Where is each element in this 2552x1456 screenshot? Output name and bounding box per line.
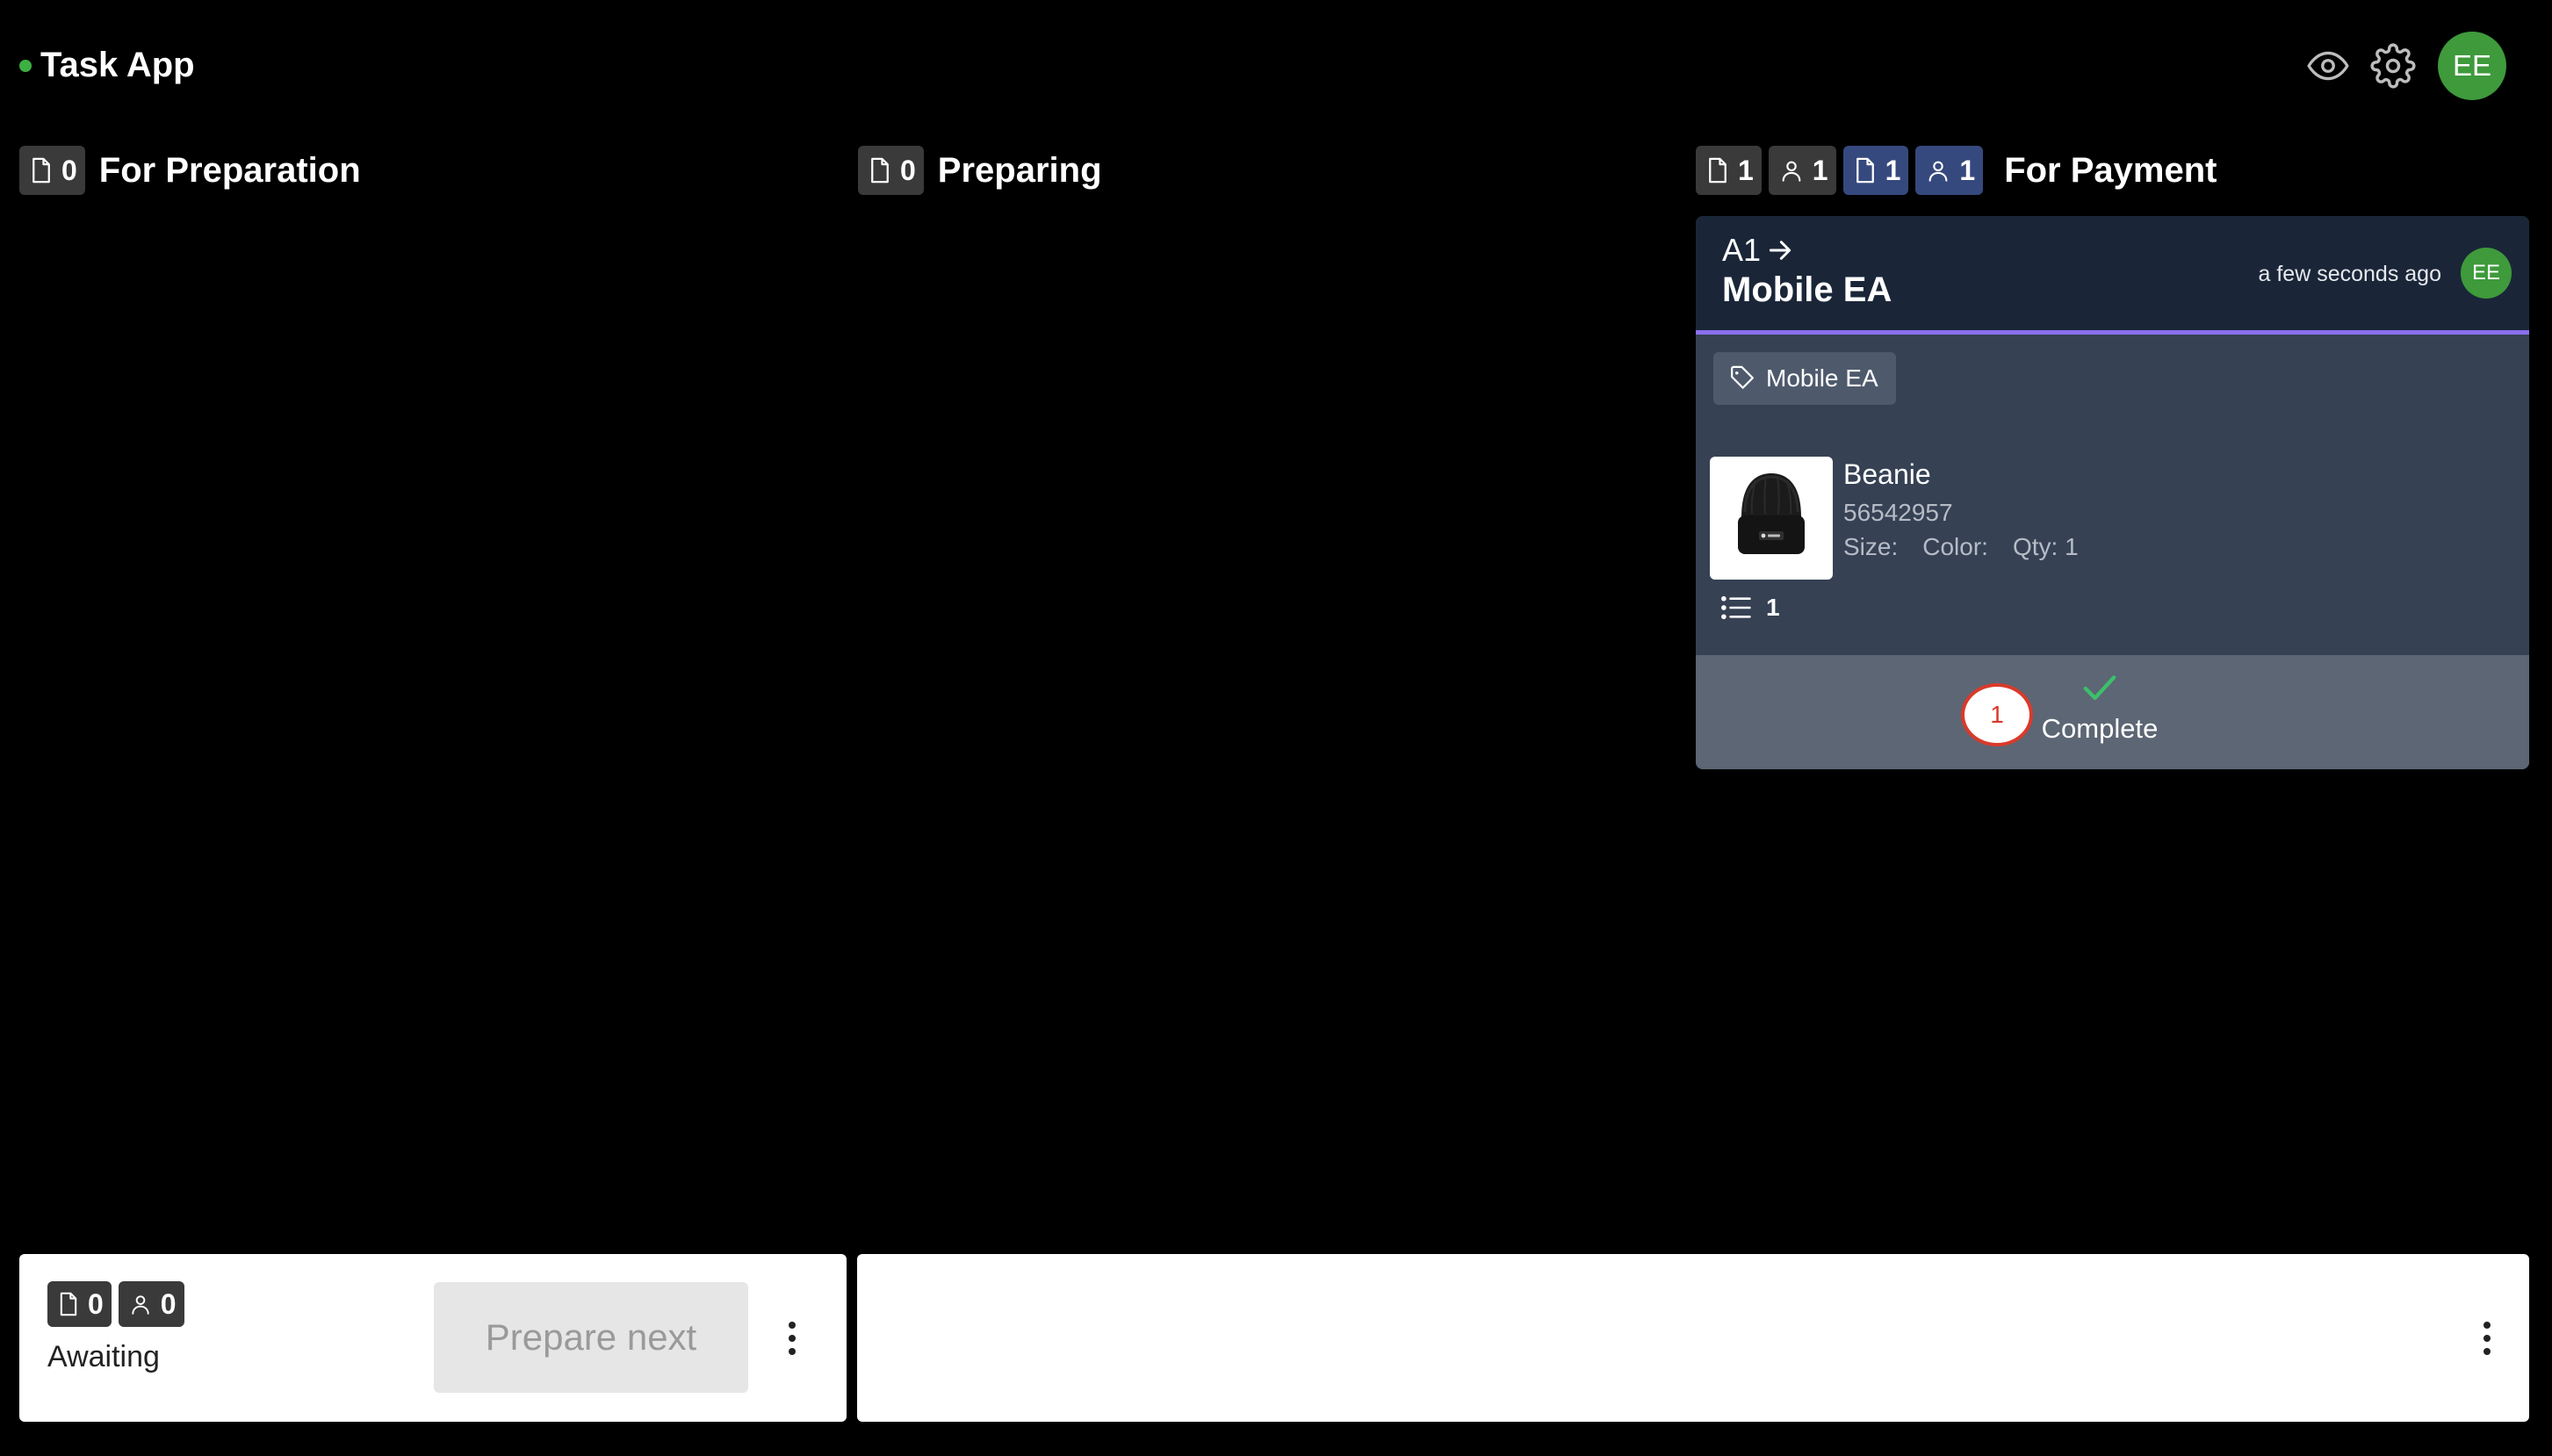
order-code-text: A1 (1722, 232, 1762, 268)
order-name: Mobile EA (1722, 270, 1892, 309)
prepare-next-button[interactable]: Prepare next (434, 1282, 748, 1393)
app-header: Task App EE (0, 0, 2552, 132)
product-name: Beanie (1843, 458, 1931, 490)
product-attributes: Size: Color: Qty: 1 (1843, 533, 2079, 561)
awaiting-label: Awaiting (47, 1340, 160, 1373)
order-card-header: A1 Mobile EA a few seconds ago EE (1696, 216, 2529, 335)
orders-count-badge: 0 (858, 146, 924, 195)
product-size: Size: (1843, 533, 1899, 560)
awaiting-badges: 0 0 (47, 1281, 184, 1327)
column-title: Preparing (937, 150, 1102, 190)
document-icon (871, 157, 889, 184)
orders-count-badge: 1 (1696, 146, 1762, 195)
header-actions: EE (2301, 32, 2506, 100)
orders-count-badge: 0 (19, 146, 85, 195)
complete-button[interactable]: Complete (2038, 673, 2161, 760)
gear-icon[interactable] (2366, 32, 2420, 100)
step-indicator[interactable]: 1 (1961, 683, 2033, 746)
person-icon (1782, 161, 1801, 182)
column-title: For Preparation (98, 150, 361, 190)
product-qty: Qty: 1 (2012, 533, 2079, 560)
people-count-badge: 1 (1768, 146, 1836, 195)
tag-icon (1731, 365, 1754, 389)
order-code: A1 (1722, 232, 1794, 269)
people-count-badge-highlighted: 1 (1915, 146, 1984, 195)
column-title: For Payment (2004, 150, 2217, 190)
preparing-panel (857, 1254, 2529, 1422)
line-items-count-value: 1 (1766, 594, 1780, 621)
order-card[interactable]: A1 Mobile EA a few seconds ago EE Mobile… (1696, 216, 2529, 769)
product-image (1710, 457, 1833, 580)
user-avatar[interactable]: EE (2438, 32, 2506, 100)
assignee-avatar: EE (2461, 248, 2512, 299)
beanie-image (1738, 473, 1805, 554)
orders-count-badge: 0 (47, 1281, 112, 1327)
product-color: Color: (1922, 533, 1988, 560)
check-icon (2083, 675, 2116, 700)
status-dot (19, 59, 32, 72)
document-icon (32, 157, 50, 184)
order-timestamp: a few seconds ago (2258, 262, 2441, 286)
eye-icon[interactable] (2301, 32, 2355, 100)
more-options-icon[interactable] (775, 1312, 810, 1365)
order-card-footer: 1 Complete (1696, 655, 2529, 769)
column-header-for-preparation: 0 For Preparation (19, 146, 361, 195)
document-icon (1856, 157, 1874, 184)
app-brand: Task App (19, 46, 195, 85)
order-tag: Mobile EA (1713, 352, 1896, 405)
person-icon (132, 1295, 149, 1315)
column-header-preparing: 0 Preparing (858, 146, 1102, 195)
complete-label: Complete (2041, 713, 2159, 744)
line-items-count: 1 (1720, 594, 1780, 622)
more-options-icon[interactable] (2469, 1312, 2505, 1365)
awaiting-panel: 0 0 Awaiting Prepare next (19, 1254, 847, 1422)
document-icon (60, 1292, 77, 1316)
order-tag-label: Mobile EA (1766, 364, 1878, 392)
people-count-badge: 0 (118, 1281, 184, 1327)
orders-count-badge-highlighted: 1 (1842, 146, 1909, 195)
column-header-for-payment: 1 1 1 1 For Payment (1696, 146, 2217, 195)
product-sku: 56542957 (1843, 499, 1953, 526)
document-icon (1709, 157, 1727, 184)
person-icon (1929, 161, 1948, 182)
app-title: Task App (40, 46, 195, 84)
arrow-right-icon (1769, 241, 1791, 260)
list-icon (1721, 595, 1751, 620)
